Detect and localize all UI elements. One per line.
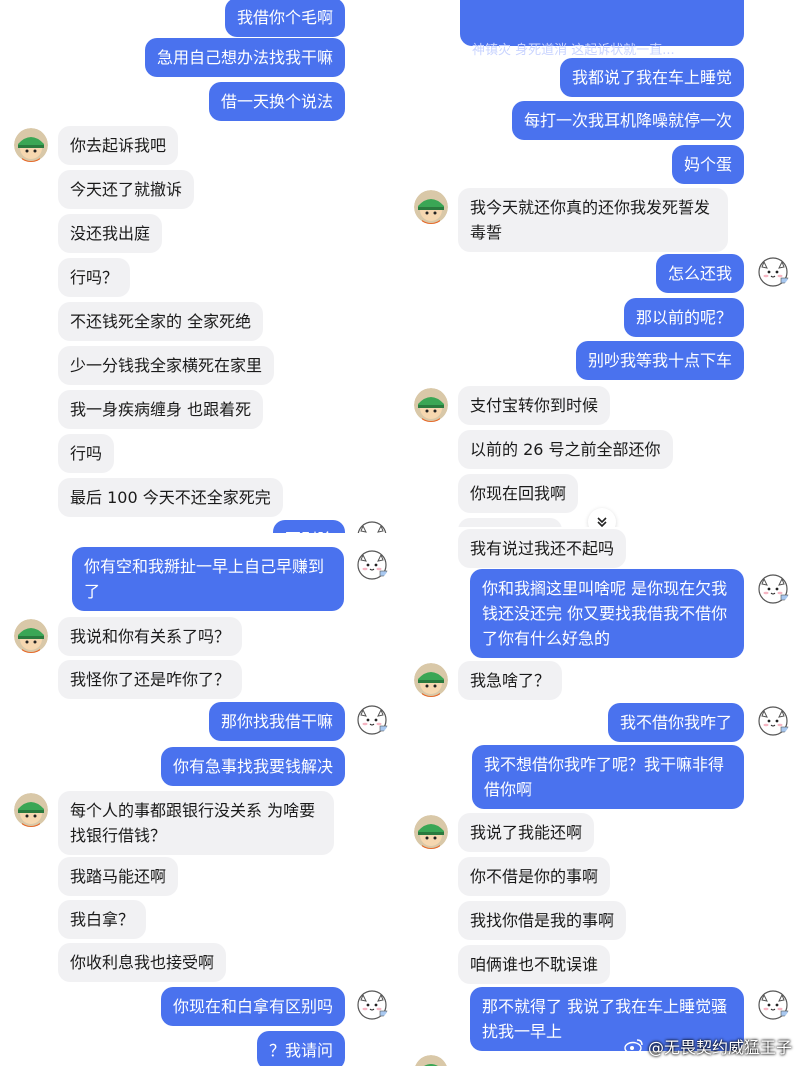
message-bubble-incoming[interactable]: 不还钱死全家的 全家死绝: [58, 302, 264, 341]
self-avatar-icon[interactable]: [355, 987, 389, 1021]
message-bubble-incoming[interactable]: 我白拿？: [58, 900, 147, 939]
message-bubble-incoming[interactable]: 最后 100 今天不还全家死完: [58, 478, 283, 517]
message-bubble-incoming[interactable]: 你去起诉我吧: [58, 126, 179, 165]
message-bubble-outgoing[interactable]: 那以前的呢？: [623, 298, 744, 337]
contact-avatar-icon[interactable]: [414, 815, 448, 849]
message-bubble-outgoing[interactable]: 我借你个毛啊: [224, 0, 345, 37]
self-avatar-icon[interactable]: [756, 703, 790, 737]
message-bubble-outgoing[interactable]: 借一天换个说法: [208, 82, 345, 121]
message-bubble-outgoing[interactable]: 怎么还我: [655, 254, 744, 293]
message-bubble-incoming[interactable]: 没还我出庭: [58, 214, 163, 253]
chat-panel-top-right: 神镇灾 身死道消 这起诉状就一直... 我很有空吗 我都说了我在车上睡觉 每打一…: [404, 0, 800, 540]
message-bubble-outgoing[interactable]: 要别脸: [272, 520, 345, 533]
message-bubble-outgoing[interactable]: 你有急事找我要钱解决: [160, 747, 345, 786]
message-bubble-incoming[interactable]: 我说了我能还啊: [458, 813, 595, 852]
message-bubble-incoming[interactable]: 我找你借是我的事啊: [458, 901, 627, 940]
message-bubble-incoming[interactable]: 你收利息我也接受啊: [58, 943, 227, 982]
message-bubble-incoming[interactable]: 以前的 26 号之前全部还你: [458, 430, 673, 469]
message-bubble-incoming[interactable]: 我急啥了？: [458, 661, 563, 700]
contact-avatar-icon[interactable]: [14, 619, 48, 653]
message-bubble-incoming[interactable]: 行吗: [58, 434, 115, 473]
weibo-logo-icon: [624, 1039, 643, 1054]
message-bubble-outgoing[interactable]: 我不借你我咋了: [607, 703, 744, 742]
chat-panel-top-left: 我借你个毛啊 急用自己想办法找我干嘛 借一天换个说法 你去起诉我吧 今天还了就撤…: [0, 0, 397, 533]
self-avatar-icon[interactable]: [355, 702, 389, 736]
self-avatar-icon[interactable]: [756, 987, 790, 1021]
message-bubble-outgoing[interactable]: ？我请问: [256, 1031, 345, 1066]
self-avatar-icon[interactable]: [355, 547, 389, 581]
self-avatar-icon[interactable]: [756, 254, 790, 288]
message-bubble-outgoing[interactable]: 你有空和我掰扯一早上自己早赚到了: [72, 547, 344, 611]
message-bubble-outgoing[interactable]: 别吵我等我十点下车: [575, 341, 744, 380]
message-bubble-incoming[interactable]: 我说和你有关系了吗？: [58, 617, 243, 656]
message-bubble-outgoing[interactable]: 你和我搁这里叫啥呢 是你现在欠我钱还没还完 你又要找我借我不借你了你有什么好急的: [470, 569, 744, 658]
message-bubble-incoming[interactable]: 你现在回我啊: [458, 474, 579, 513]
message-bubble-incoming[interactable]: 我有说过我还不起吗: [458, 529, 627, 568]
message-bubble-incoming[interactable]: 支付宝转你到时候: [458, 386, 611, 425]
message-bubble-incoming[interactable]: 每个人的事都跟银行没关系 为啥要找银行借钱？: [58, 791, 334, 855]
message-bubble-outgoing[interactable]: 妈个蛋: [671, 145, 744, 184]
watermark: @无畏契约威猛王子: [624, 1034, 792, 1058]
message-bubble-incoming[interactable]: 少一分钱我全家横死在家里: [58, 346, 275, 385]
message-bubble-outgoing[interactable]: 我不想借你我咋了呢？我干嘛非得借你啊: [472, 745, 744, 809]
chat-panel-bottom-left: 你有空和我掰扯一早上自己早赚到了 我说和你有关系了吗？ 我怪你了还是咋你了？ 那…: [0, 537, 397, 1066]
message-bubble-incoming[interactable]: 咱俩谁也不耽误谁: [458, 945, 611, 984]
message-bubble-incoming[interactable]: 我踏马能还啊: [58, 857, 179, 896]
message-bubble-outgoing-with-quote[interactable]: 神镇灾 身死道消 这起诉状就一直... 我很有空吗: [460, 0, 744, 133]
message-bubble-incoming[interactable]: 行吗？: [58, 258, 131, 297]
watermark-text: @无畏契约威猛王子: [647, 1038, 792, 1057]
self-avatar-icon[interactable]: [355, 518, 389, 533]
message-bubble-outgoing[interactable]: 那你找我借干嘛: [208, 702, 345, 741]
contact-avatar-icon[interactable]: [14, 128, 48, 162]
chat-panel-bottom-right: 我有说过我还不起吗 你和我搁这里叫啥呢 是你现在欠我钱还没还完 你又要找我借我不…: [404, 527, 800, 1066]
contact-avatar-icon[interactable]: [414, 388, 448, 422]
message-bubble-incoming[interactable]: 我怪你了还是咋你了？: [58, 660, 243, 699]
contact-avatar-icon[interactable]: [414, 190, 448, 224]
message-bubble-outgoing[interactable]: 急用自己想办法找我干嘛: [144, 38, 345, 77]
message-bubble-incoming[interactable]: 你不借是你的事啊: [458, 857, 611, 896]
message-bubble-incoming[interactable]: 今天还了就撤诉: [58, 170, 195, 209]
contact-avatar-icon[interactable]: [414, 1055, 448, 1066]
message-bubble-outgoing[interactable]: 我都说了我在车上睡觉: [559, 58, 744, 97]
message-bubble-incoming[interactable]: 我一身疾病缠身 也跟着死: [58, 390, 264, 429]
message-bubble-outgoing[interactable]: 你现在和白拿有区别吗: [160, 987, 345, 1026]
contact-avatar-icon[interactable]: [14, 793, 48, 827]
message-bubble-outgoing[interactable]: 每打一次我耳机降噪就停一次: [511, 101, 744, 140]
self-avatar-icon[interactable]: [756, 571, 790, 605]
contact-avatar-icon[interactable]: [414, 663, 448, 697]
message-bubble-incoming[interactable]: 我今天就还你真的还你我发死誓发毒誓: [458, 188, 728, 252]
